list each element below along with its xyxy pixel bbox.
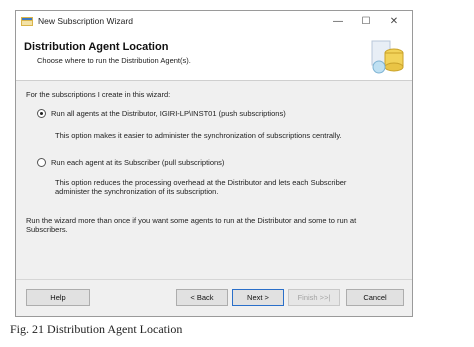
wizard-header: Distribution Agent Location Choose where… <box>16 33 412 81</box>
wizard-window: New Subscription Wizard — ☐ ✕ Distributi… <box>15 10 413 317</box>
next-button[interactable]: Next > <box>232 289 284 306</box>
wizard-note: Run the wizard more than once if you wan… <box>26 216 357 234</box>
page-title: Distribution Agent Location <box>24 41 169 53</box>
title-bar: New Subscription Wizard — ☐ ✕ <box>16 11 412 33</box>
push-subscriptions-radio[interactable] <box>37 109 46 118</box>
wizard-content: For the subscriptions I create in this w… <box>16 81 412 281</box>
maximize-button[interactable]: ☐ <box>356 14 376 29</box>
figure-caption: Fig. 21 Distribution Agent Location <box>10 322 183 336</box>
back-button[interactable]: < Back <box>176 289 228 306</box>
footer-divider <box>16 279 412 280</box>
push-subscriptions-description: This option makes it easier to administe… <box>55 131 342 140</box>
pull-subscriptions-description: This option reduces the processing overh… <box>55 178 347 196</box>
prompt-text: For the subscriptions I create in this w… <box>26 90 171 99</box>
pull-subscriptions-label[interactable]: Run each agent at its Subscriber (pull s… <box>51 158 224 167</box>
app-icon <box>21 17 33 26</box>
minimize-button[interactable]: — <box>328 14 348 29</box>
cancel-button[interactable]: Cancel <box>346 289 404 306</box>
help-button[interactable]: Help <box>26 289 90 306</box>
database-wizard-icon <box>371 40 404 74</box>
close-button[interactable]: ✕ <box>384 14 404 29</box>
pull-subscriptions-radio[interactable] <box>37 158 46 167</box>
finish-button[interactable]: Finish >>| <box>288 289 340 306</box>
window-title: New Subscription Wizard <box>38 16 133 26</box>
push-subscriptions-label[interactable]: Run all agents at the Distributor, IGIRI… <box>51 109 286 118</box>
page-subtitle: Choose where to run the Distribution Age… <box>37 56 191 65</box>
